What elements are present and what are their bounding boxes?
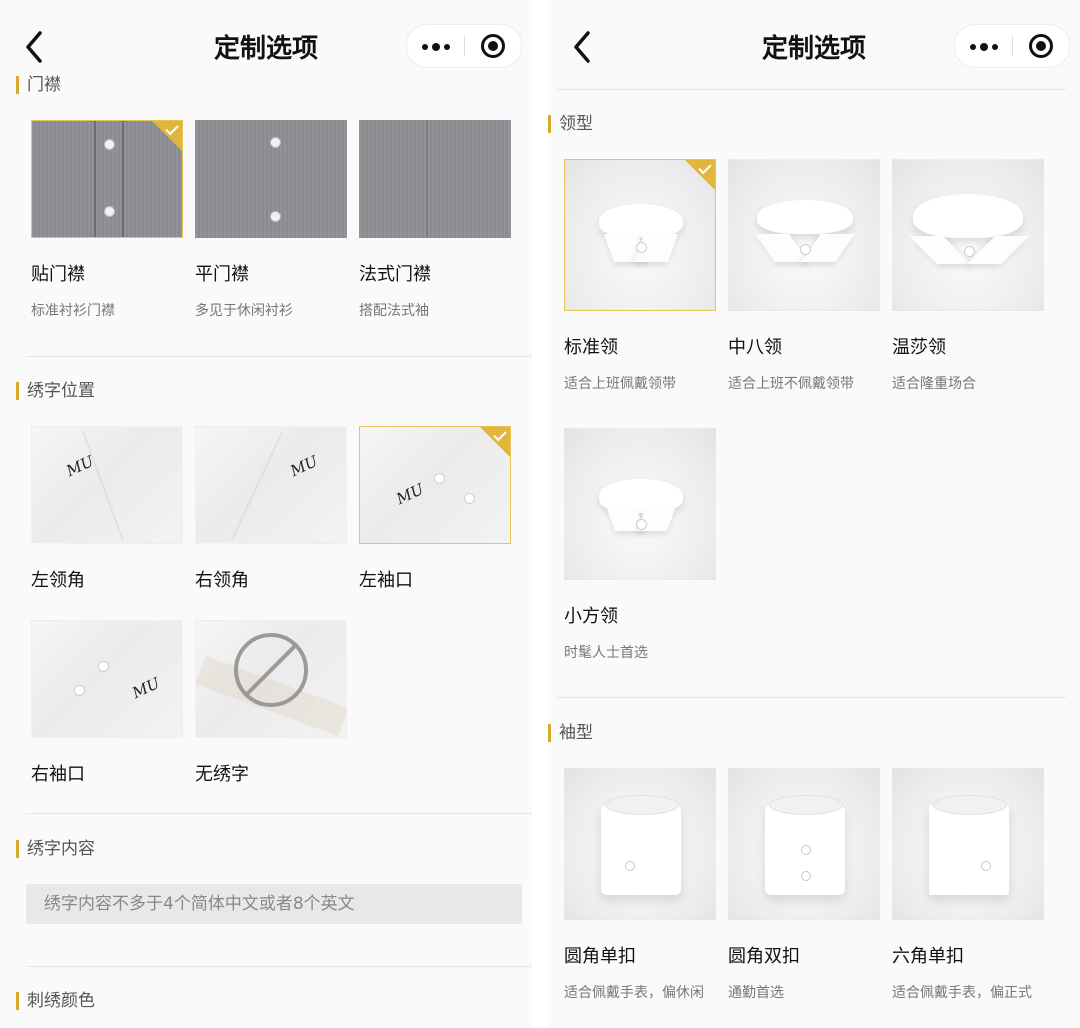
left-collar-image: MU [31,426,183,544]
option-cuff-hex-single[interactable]: 六角单扣 适合佩戴手表，偏正式 [892,768,1044,1001]
option-name: 小方领 [564,606,618,627]
header-divider [556,89,1066,90]
section-divider [26,966,532,967]
option-desc: 适合上班佩戴领带 [564,376,676,392]
mini-program-capsule [406,24,522,68]
option-cuff-round-single[interactable]: 圆角单扣 适合佩戴手表，偏休闲 [564,768,716,1001]
more-dots-icon[interactable] [407,25,464,67]
option-desc: 标准衬衫门襟 [31,303,115,319]
option-name: 圆角单扣 [564,946,636,967]
embroidery-content-input[interactable] [26,884,522,924]
option-name: 法式门襟 [359,264,431,285]
option-right-collar[interactable]: MU 右领角 [195,426,347,591]
target-dot [488,41,498,51]
option-name: 温莎领 [892,337,946,358]
option-left-cuff[interactable]: MU 左袖口 [359,426,511,591]
prohibited-icon [234,633,308,707]
section-title-embroidery-color: 刺绣颜色 [16,990,95,1012]
placket-image [195,120,347,238]
section-title-embroidery-position: 绣字位置 [16,380,95,402]
collar-image [564,159,716,311]
collar-image [564,428,716,580]
collar-image [728,159,880,311]
right-screen: 定制选项 领型 标准领 适合上班佩戴领带 中八领 适合上班不佩戴领带 温莎领 适… [548,0,1080,1028]
section-divider [556,697,1066,698]
option-desc: 适合佩戴手表，偏正式 [892,985,1032,1001]
option-placket-french[interactable]: 法式门襟 搭配法式袖 [359,120,511,319]
option-placket-pingmenjin[interactable]: 平门襟 多见于休闲衬衫 [195,120,347,319]
option-desc: 搭配法式袖 [359,303,429,319]
cuff-image [564,768,716,920]
nav-bar: 定制选项 [0,0,532,90]
option-desc: 适合上班不佩戴领带 [728,376,854,392]
option-no-embroidery[interactable]: 无绣字 [195,620,347,785]
placket-image [359,120,511,238]
option-desc: 时髦人士首选 [564,645,648,661]
cuff-image [892,768,1044,920]
more-dots-icon[interactable] [955,25,1012,67]
option-collar-standard[interactable]: 标准领 适合上班佩戴领带 [564,159,716,392]
option-desc: 适合佩戴手表，偏休闲 [564,985,704,1001]
option-collar-spread[interactable]: 中八领 适合上班不佩戴领带 [728,159,880,392]
option-name: 六角单扣 [892,946,964,967]
placket-image [31,120,183,238]
section-divider [26,356,532,357]
section-title-placket: 门襟 [16,74,61,96]
option-name: 标准领 [564,337,618,358]
option-name: 左袖口 [359,570,413,591]
option-name: 中八领 [728,337,782,358]
option-placket-tiemenjin[interactable]: 贴门襟 标准衬衫门襟 [31,120,183,319]
option-name: 右领角 [195,570,249,591]
option-desc: 多见于休闲衬衫 [195,303,293,319]
option-name: 右袖口 [31,764,85,785]
section-divider [26,813,532,814]
option-cuff-round-double[interactable]: 圆角双扣 通勤首选 [728,768,880,1001]
left-screen: 定制选项 门襟 贴门襟 标准衬衫门襟 平门襟 多见于休闲衬衫 法式门襟 搭配法式… [0,0,532,1028]
option-desc: 通勤首选 [728,985,784,1001]
monogram-text: MU [393,479,427,509]
target-circle-icon[interactable] [1013,25,1069,67]
option-name: 无绣字 [195,764,249,785]
option-left-collar[interactable]: MU 左领角 [31,426,183,591]
option-name: 圆角双扣 [728,946,800,967]
option-name: 贴门襟 [31,264,85,285]
section-title-embroidery-content: 绣字内容 [16,838,95,860]
option-collar-windsor[interactable]: 温莎领 适合隆重场合 [892,159,1044,392]
collar-image [892,159,1044,311]
right-cuff-image: MU [31,620,183,738]
target-circle-icon[interactable] [465,25,521,67]
section-title-collar: 领型 [548,113,593,135]
cuff-image [728,768,880,920]
option-right-cuff[interactable]: MU 右袖口 [31,620,183,785]
right-collar-image: MU [195,426,347,544]
no-embroidery-image [195,620,347,738]
nav-bar: 定制选项 [548,0,1080,90]
option-name: 平门襟 [195,264,249,285]
mini-program-capsule [954,24,1070,68]
left-cuff-image: MU [359,426,511,544]
option-name: 左领角 [31,570,85,591]
target-dot [1036,41,1046,51]
section-title-cuff: 袖型 [548,722,593,744]
option-desc: 适合隆重场合 [892,376,976,392]
monogram-text: MU [287,451,321,481]
monogram-text: MU [129,673,163,703]
option-collar-small-square[interactable]: 小方领 时髦人士首选 [564,428,716,661]
